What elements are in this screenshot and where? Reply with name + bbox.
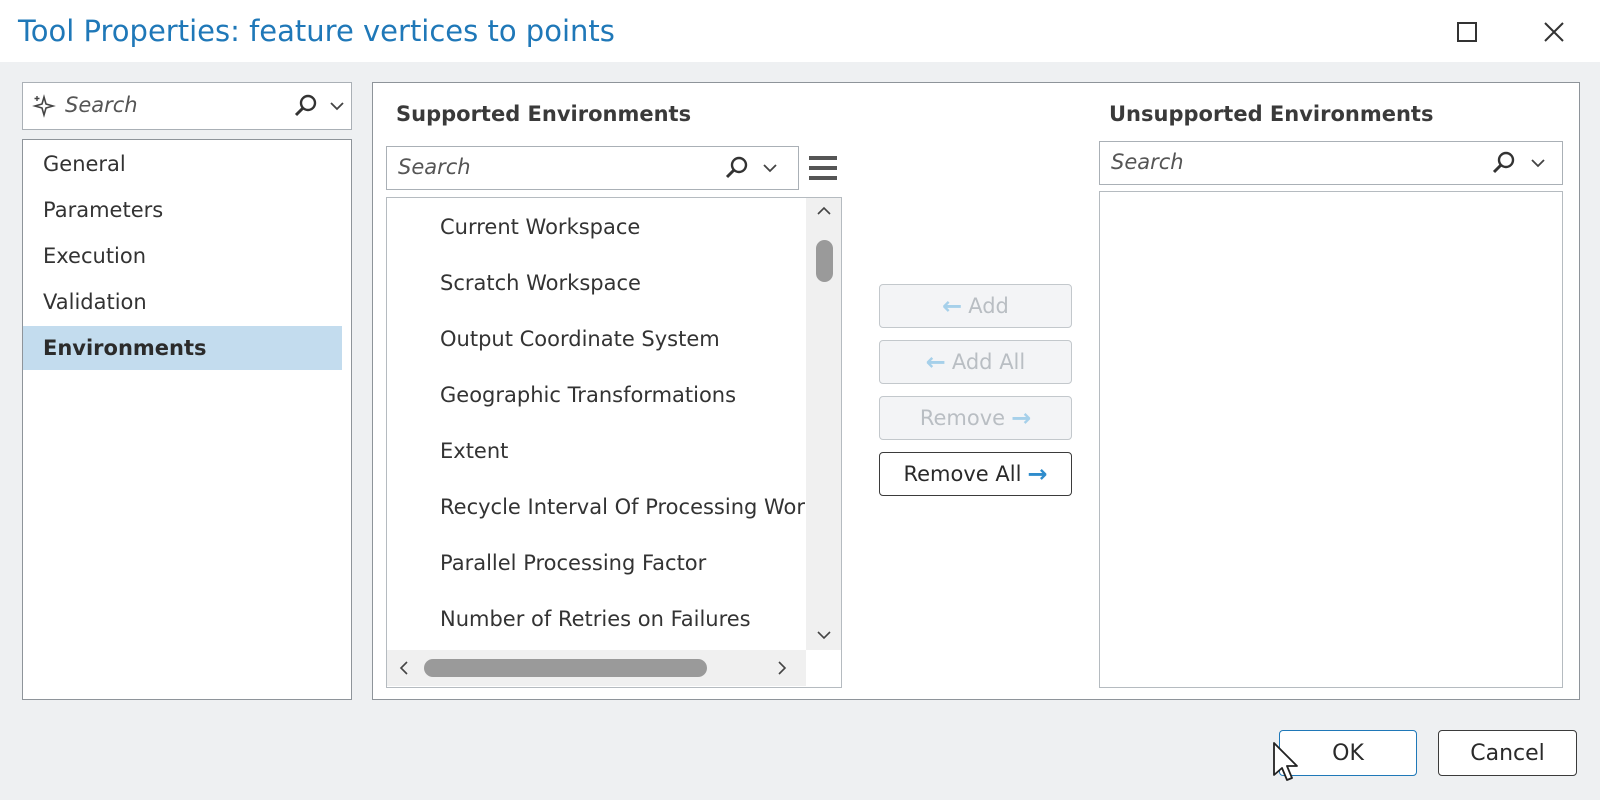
vertical-scrollbar[interactable] xyxy=(806,198,841,650)
title-bar: Tool Properties: feature vertices to poi… xyxy=(0,0,1600,62)
search-icon[interactable] xyxy=(291,83,321,128)
unsupported-search[interactable]: Search xyxy=(1099,141,1563,185)
list-item[interactable]: Number of Retries on Failures xyxy=(440,607,751,631)
unsupported-heading: Unsupported Environments xyxy=(1109,102,1434,126)
nav-item-environments[interactable]: Environments xyxy=(23,326,342,370)
list-item[interactable]: Scratch Workspace xyxy=(440,271,641,295)
arrow-left-icon: ← xyxy=(942,292,963,320)
list-item[interactable]: Extent xyxy=(440,439,508,463)
close-icon xyxy=(1544,22,1564,42)
arrow-right-icon: → xyxy=(1027,460,1048,488)
horizontal-scrollbar[interactable] xyxy=(387,650,806,686)
window-title: Tool Properties: feature vertices to poi… xyxy=(18,14,615,48)
supported-search[interactable]: Search xyxy=(386,146,799,190)
chevron-down-icon[interactable] xyxy=(757,147,783,188)
close-button[interactable] xyxy=(1534,14,1574,50)
search-icon[interactable] xyxy=(722,147,752,188)
maximize-icon xyxy=(1457,22,1477,42)
list-item[interactable]: Output Coordinate System xyxy=(440,327,720,351)
chevron-up-icon[interactable] xyxy=(812,200,836,220)
supported-list: Current Workspace Scratch Workspace Outp… xyxy=(386,197,842,688)
scrollbar-corner xyxy=(806,650,841,686)
menu-button[interactable] xyxy=(807,152,839,184)
search-icon[interactable] xyxy=(1489,142,1519,183)
add-button[interactable]: ← Add xyxy=(879,284,1072,328)
sparkle-icon xyxy=(29,83,59,128)
menu-icon xyxy=(809,156,837,180)
nav-item-parameters[interactable]: Parameters xyxy=(23,188,342,232)
list-item[interactable]: Current Workspace xyxy=(440,215,640,239)
list-item[interactable]: Geographic Transformations xyxy=(440,383,736,407)
chevron-right-icon[interactable] xyxy=(773,658,793,678)
remove-all-button[interactable]: Remove All → xyxy=(879,452,1072,496)
sidebar-nav: General Parameters Execution Validation … xyxy=(22,139,352,700)
add-all-button[interactable]: ← Add All xyxy=(879,340,1072,384)
arrow-left-icon: ← xyxy=(925,348,946,376)
list-item[interactable]: Parallel Processing Factor xyxy=(440,551,706,575)
chevron-down-icon[interactable] xyxy=(1525,142,1551,183)
unsupported-list xyxy=(1099,191,1563,688)
nav-item-execution[interactable]: Execution xyxy=(23,234,342,278)
scrollbar-thumb[interactable] xyxy=(816,240,833,282)
chevron-left-icon[interactable] xyxy=(393,658,413,678)
remove-button[interactable]: Remove → xyxy=(879,396,1072,440)
supported-list-viewport: Current Workspace Scratch Workspace Outp… xyxy=(387,198,806,650)
supported-search-input[interactable]: Search xyxy=(398,147,471,188)
arrow-right-icon: → xyxy=(1011,404,1032,432)
cancel-button[interactable]: Cancel xyxy=(1438,730,1577,776)
list-item[interactable]: Recycle Interval Of Processing Workers xyxy=(440,495,806,519)
chevron-down-icon[interactable] xyxy=(812,625,836,645)
nav-item-validation[interactable]: Validation xyxy=(23,280,342,324)
sidebar-search[interactable]: Search xyxy=(22,82,352,130)
supported-heading: Supported Environments xyxy=(396,102,692,126)
chevron-down-icon[interactable] xyxy=(325,83,349,128)
nav-item-general[interactable]: General xyxy=(23,142,342,186)
scrollbar-thumb[interactable] xyxy=(424,659,707,677)
unsupported-search-input[interactable]: Search xyxy=(1111,142,1184,183)
sidebar-search-input[interactable]: Search xyxy=(65,83,138,128)
cursor-pointer xyxy=(1273,742,1298,781)
maximize-button[interactable] xyxy=(1447,14,1487,50)
